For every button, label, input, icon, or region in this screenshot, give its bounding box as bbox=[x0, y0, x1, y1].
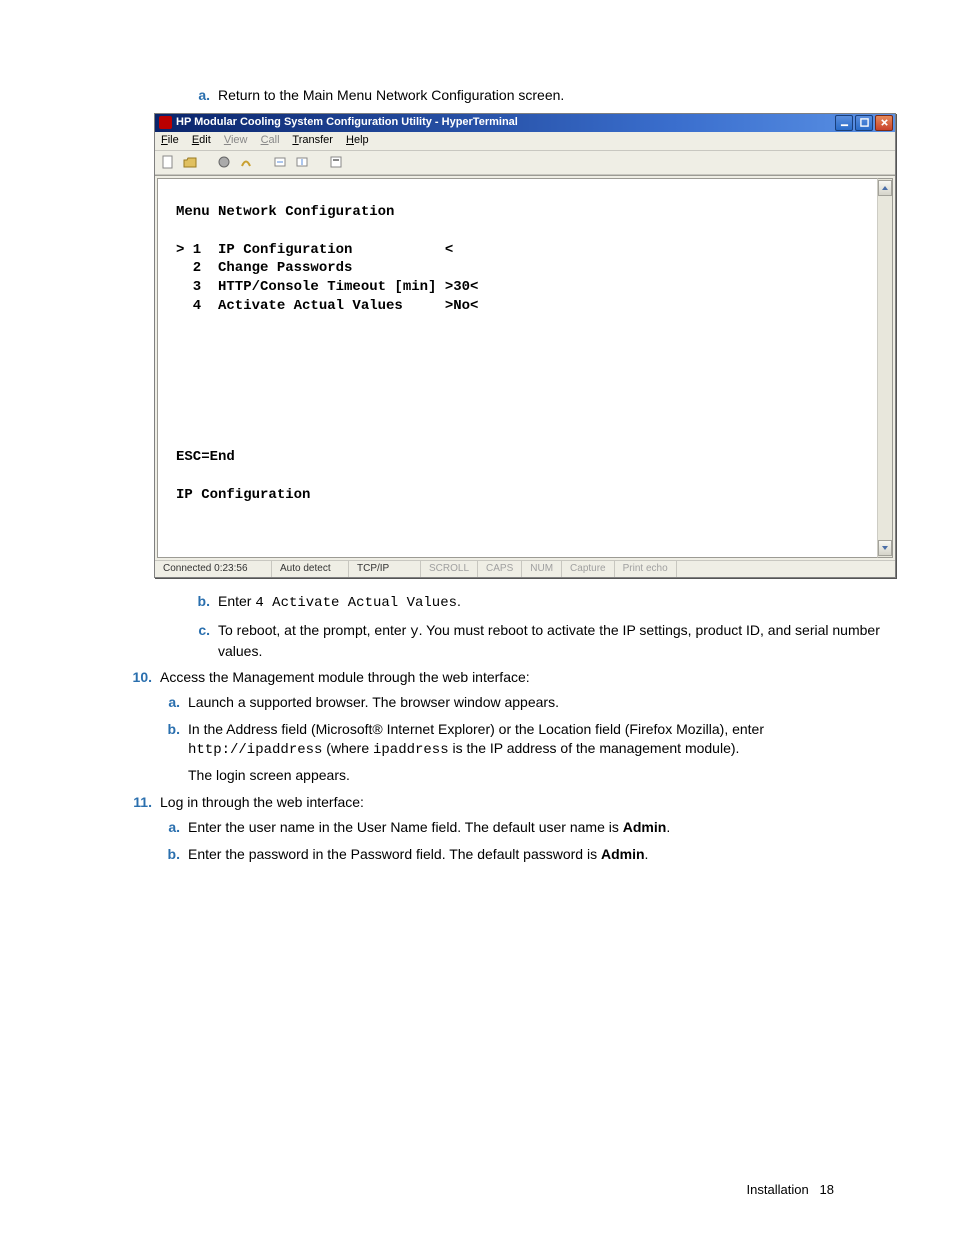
toolbar-separator bbox=[259, 153, 267, 171]
step-11b-pre: Enter the password in the Password field… bbox=[188, 846, 601, 862]
menu-transfer[interactable]: Transfer bbox=[292, 134, 333, 146]
term-esc: ESC=End bbox=[176, 449, 235, 465]
status-echo: Print echo bbox=[615, 561, 677, 577]
sub-list-ab-c: a. Return to the Main Menu Network Confi… bbox=[190, 86, 894, 105]
app-icon bbox=[159, 116, 172, 129]
statusbar: Connected 0:23:56 Auto detect TCP/IP SCR… bbox=[155, 560, 895, 577]
minimize-button[interactable] bbox=[835, 115, 853, 131]
term-row3: 3 HTTP/Console Timeout [min] >30< bbox=[176, 279, 478, 295]
step-11b-post: . bbox=[645, 846, 649, 862]
list-item-continuation2: b. Enter 4 Activate Actual Values. c. To… bbox=[160, 592, 894, 661]
scroll-down-icon[interactable] bbox=[878, 540, 892, 556]
term-heading: Menu Network Configuration bbox=[176, 204, 394, 220]
page-footer: Installation 18 bbox=[747, 1181, 834, 1199]
term-row1: > 1 IP Configuration < bbox=[176, 242, 453, 258]
window-buttons bbox=[835, 115, 893, 131]
term-row4: 4 Activate Actual Values >No< bbox=[176, 298, 478, 314]
scroll-up-icon[interactable] bbox=[878, 180, 892, 196]
substep-b-post: . bbox=[457, 593, 461, 609]
marker-a: a. bbox=[190, 86, 210, 105]
list-item-continuation: a. Return to the Main Menu Network Confi… bbox=[160, 86, 894, 105]
term-footer-line: IP Configuration bbox=[176, 487, 310, 503]
outer-ordered-list: a. Return to the Main Menu Network Confi… bbox=[160, 86, 894, 105]
menu-edit[interactable]: Edit bbox=[192, 134, 211, 146]
status-caps: CAPS bbox=[478, 561, 522, 577]
step-10a-text: Launch a supported browser. The browser … bbox=[188, 694, 559, 710]
substep-c-pre: To reboot, at the prompt, enter bbox=[218, 622, 410, 638]
marker-a: a. bbox=[160, 693, 180, 712]
step-10-text: Access the Management module through the… bbox=[160, 669, 530, 685]
marker-b: b. bbox=[190, 592, 210, 611]
substep-c-code: y bbox=[410, 624, 418, 640]
status-spacer bbox=[677, 561, 895, 577]
footer-page: 18 bbox=[820, 1182, 834, 1197]
window-title: HP Modular Cooling System Configuration … bbox=[176, 115, 518, 130]
receive-icon[interactable] bbox=[293, 153, 311, 171]
status-conn: Connected 0:23:56 bbox=[155, 561, 272, 577]
term-row2: 2 Change Passwords bbox=[176, 260, 445, 276]
maximize-button[interactable] bbox=[855, 115, 873, 131]
marker-c: c. bbox=[190, 621, 210, 640]
substep-c: c. To reboot, at the prompt, enter y. Yo… bbox=[190, 621, 894, 661]
terminal-area: Menu Network Configuration > 1 IP Config… bbox=[155, 175, 895, 560]
toolbar-separator bbox=[203, 153, 211, 171]
step-10b-mid: (where bbox=[322, 740, 373, 756]
menu-help[interactable]: Help bbox=[346, 134, 369, 146]
menu-file[interactable]: File bbox=[161, 134, 179, 146]
menu-call[interactable]: Call bbox=[261, 134, 280, 146]
footer-label: Installation bbox=[747, 1182, 809, 1197]
step-11a-pre: Enter the user name in the User Name fie… bbox=[188, 819, 623, 835]
disconnect-icon[interactable] bbox=[237, 153, 255, 171]
status-scroll: SCROLL bbox=[421, 561, 478, 577]
scrollbar[interactable] bbox=[877, 178, 893, 558]
step-11a-bold: Admin bbox=[623, 819, 667, 835]
marker-11: 11. bbox=[126, 793, 152, 812]
step-10b-pre: In the Address field (Microsoft® Interne… bbox=[188, 721, 764, 737]
connect-icon[interactable] bbox=[215, 153, 233, 171]
terminal-output[interactable]: Menu Network Configuration > 1 IP Config… bbox=[157, 178, 877, 558]
status-capture: Capture bbox=[562, 561, 615, 577]
toolbar-separator bbox=[315, 153, 323, 171]
step-10b-code2: ipaddress bbox=[373, 742, 449, 758]
step-10b-post: is the IP address of the management modu… bbox=[449, 740, 740, 756]
substep-b-code: 4 Activate Actual Values bbox=[255, 595, 457, 611]
step-10b-code1: http://ipaddress bbox=[188, 742, 322, 758]
step-10b: b. In the Address field (Microsoft® Inte… bbox=[160, 720, 894, 785]
outer-ordered-list-2: b. Enter 4 Activate Actual Values. c. To… bbox=[160, 592, 894, 864]
substep-b-pre: Enter bbox=[218, 593, 255, 609]
step-10: 10. Access the Management module through… bbox=[130, 668, 894, 784]
step-11b: b. Enter the password in the Password fi… bbox=[160, 845, 894, 864]
new-icon[interactable] bbox=[159, 153, 177, 171]
status-proto: TCP/IP bbox=[349, 561, 421, 577]
step-10a: a. Launch a supported browser. The brows… bbox=[160, 693, 894, 712]
substep-b: b. Enter 4 Activate Actual Values. bbox=[190, 592, 894, 613]
status-detect: Auto detect bbox=[272, 561, 349, 577]
marker-a: a. bbox=[160, 818, 180, 837]
marker-b: b. bbox=[160, 845, 180, 864]
marker-b: b. bbox=[160, 720, 180, 739]
step-11: 11. Log in through the web interface: a.… bbox=[130, 793, 894, 864]
open-icon[interactable] bbox=[181, 153, 199, 171]
send-icon[interactable] bbox=[271, 153, 289, 171]
window-titlebar: HP Modular Cooling System Configuration … bbox=[155, 114, 895, 132]
step-10b-line2: The login screen appears. bbox=[188, 766, 894, 785]
step-11b-bold: Admin bbox=[601, 846, 645, 862]
step-11-text: Log in through the web interface: bbox=[160, 794, 364, 810]
menu-view[interactable]: View bbox=[224, 134, 248, 146]
close-button[interactable] bbox=[875, 115, 893, 131]
status-num: NUM bbox=[522, 561, 562, 577]
step-11a-post: . bbox=[666, 819, 670, 835]
toolbar bbox=[155, 150, 895, 175]
menubar: File Edit View Call Transfer Help bbox=[155, 132, 895, 150]
step-11a: a. Enter the user name in the User Name … bbox=[160, 818, 894, 837]
properties-icon[interactable] bbox=[327, 153, 345, 171]
substep-a-text: Return to the Main Menu Network Configur… bbox=[218, 87, 564, 103]
hyperterminal-window: HP Modular Cooling System Configuration … bbox=[154, 113, 896, 578]
substep-a: a. Return to the Main Menu Network Confi… bbox=[190, 86, 894, 105]
marker-10: 10. bbox=[126, 668, 152, 687]
document-page: a. Return to the Main Menu Network Confi… bbox=[0, 0, 954, 1235]
